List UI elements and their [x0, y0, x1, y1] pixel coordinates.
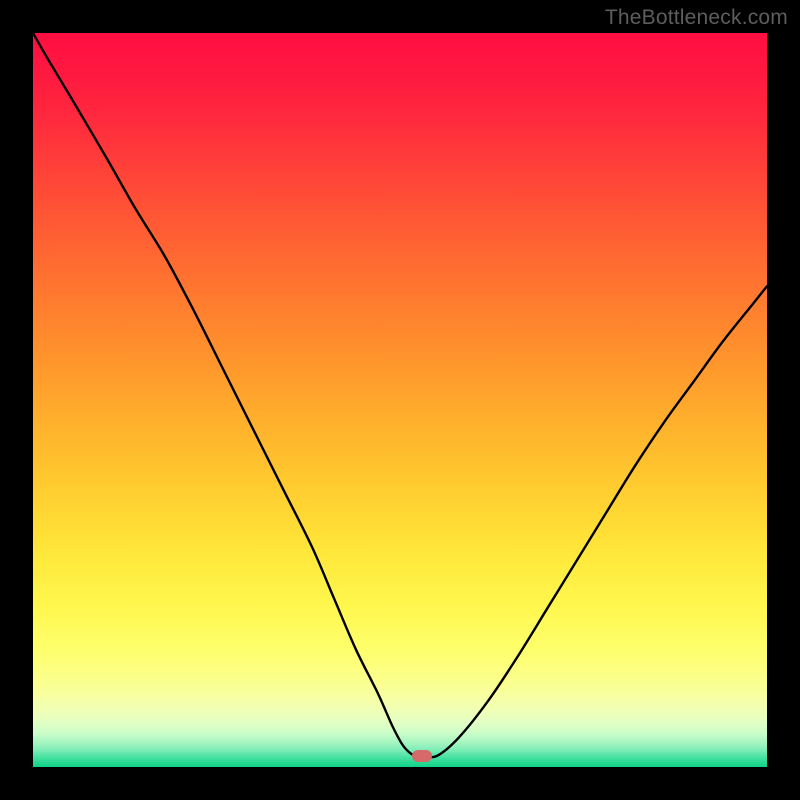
- bottleneck-curve: [33, 33, 767, 767]
- watermark-text: TheBottleneck.com: [605, 6, 788, 30]
- bottleneck-marker: [412, 750, 432, 762]
- plot-area: [33, 33, 767, 767]
- chart-frame: TheBottleneck.com: [0, 0, 800, 800]
